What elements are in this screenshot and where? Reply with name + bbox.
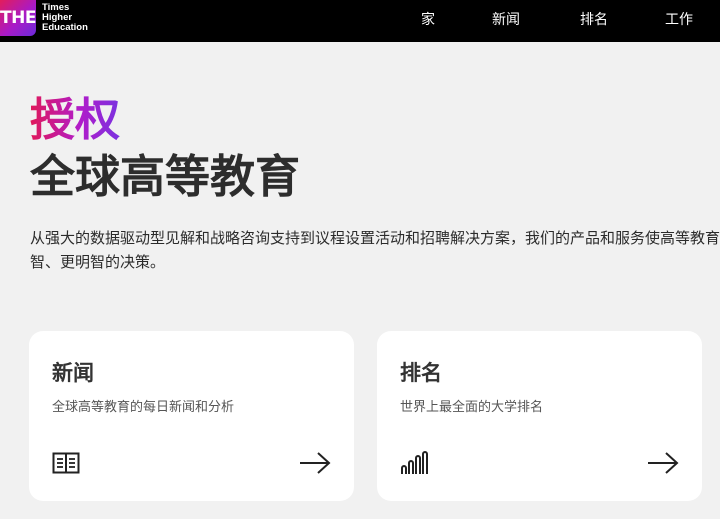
rankings-card-description: 世界上最全面的大学排名 bbox=[400, 400, 544, 415]
nav-home[interactable]: 家 bbox=[421, 9, 435, 29]
arrow-right-icon[interactable] bbox=[647, 451, 679, 475]
newspaper-icon bbox=[52, 452, 80, 474]
hero-intro-text: 从强大的数据驱动型见解和战略咨询支持到议程设置活动和招聘解决方案，我们的产品和服… bbox=[30, 226, 720, 276]
hero-heading: 全球高等教育 bbox=[30, 150, 301, 203]
nav-rankings[interactable]: 排名 bbox=[580, 9, 608, 29]
bar-chart-icon bbox=[401, 451, 428, 474]
logo-wordmark[interactable]: Times Higher Education bbox=[42, 3, 88, 33]
logo-line: Education bbox=[42, 22, 88, 33]
the-logo[interactable]: THE bbox=[0, 0, 36, 36]
news-card[interactable]: 新闻 全球高等教育的每日新闻和分析 bbox=[29, 331, 354, 501]
hero-accent-heading: 授权 bbox=[30, 93, 121, 146]
news-card-title: 新闻 bbox=[52, 361, 94, 385]
intro-line-1: 从强大的数据驱动型见解和战略咨询支持到议程设置活动和招聘解决方案，我们的产品和服… bbox=[30, 229, 720, 247]
arrow-right-icon[interactable] bbox=[299, 451, 331, 475]
news-card-description: 全球高等教育的每日新闻和分析 bbox=[52, 400, 235, 415]
nav-news[interactable]: 新闻 bbox=[492, 9, 520, 29]
intro-line-2: 智、更明智的决策。 bbox=[30, 253, 166, 271]
rankings-card-title: 排名 bbox=[400, 361, 442, 385]
logo-mark: THE bbox=[0, 8, 36, 28]
rankings-card[interactable]: 排名 世界上最全面的大学排名 bbox=[377, 331, 702, 501]
nav-jobs[interactable]: 工作 bbox=[665, 9, 693, 29]
top-navigation-bar: THE Times Higher Education 家 新闻 排名 工作 bbox=[0, 0, 720, 42]
